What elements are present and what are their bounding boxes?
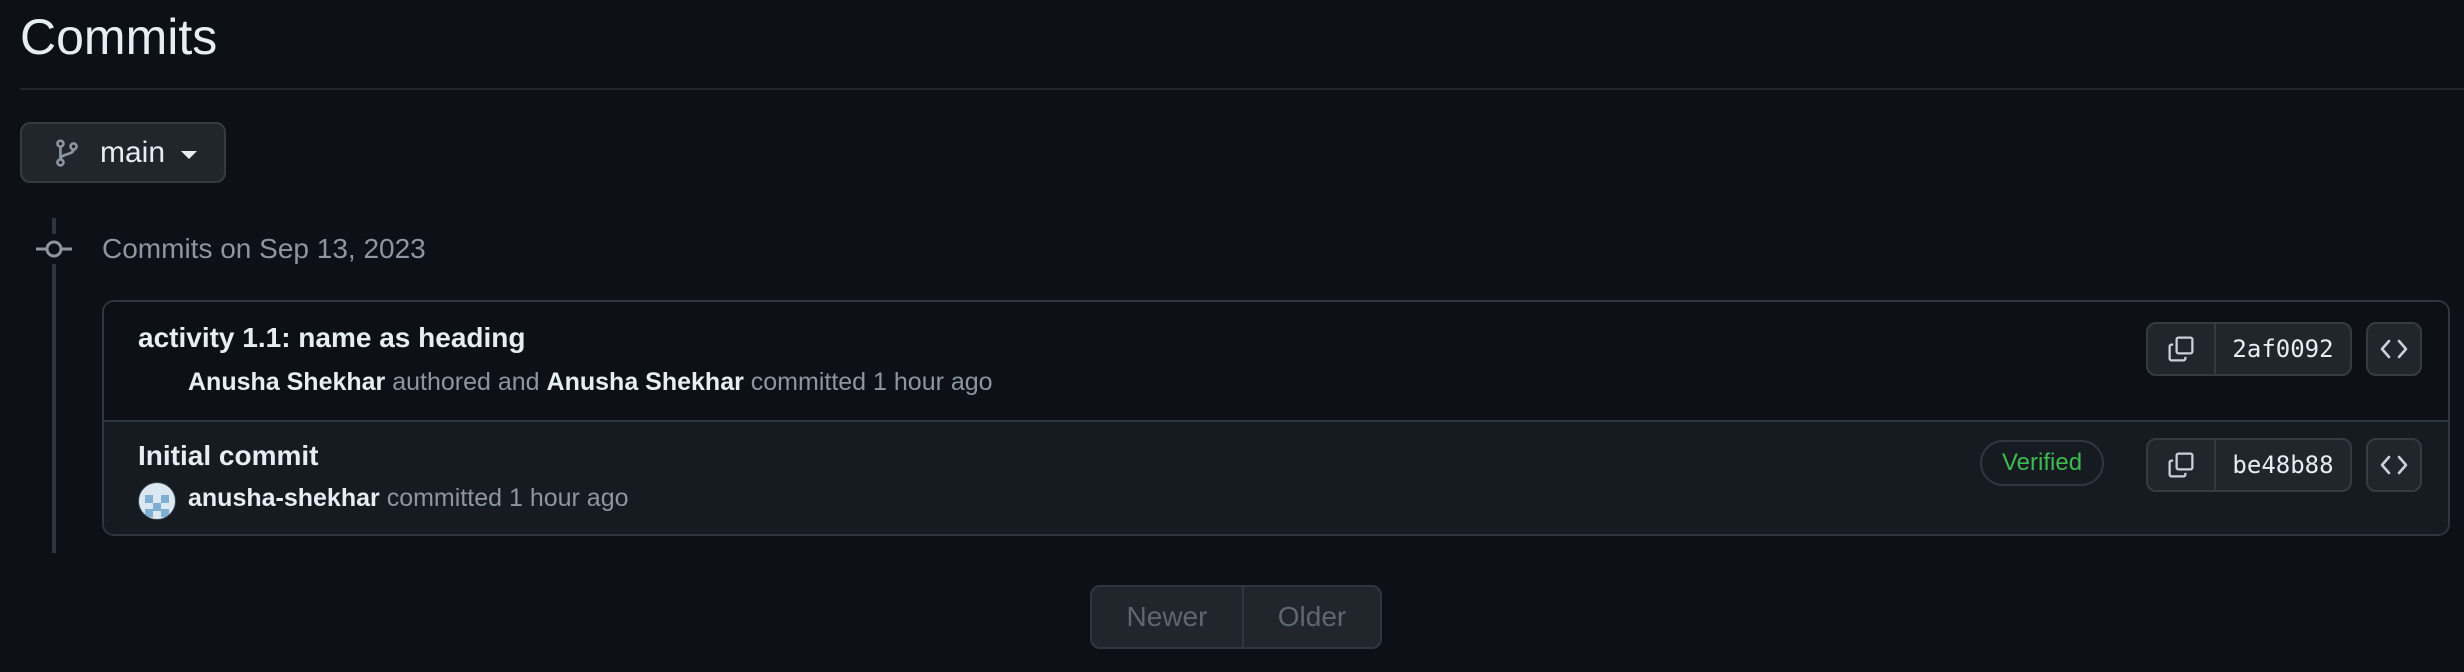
copy-icon	[2168, 452, 2194, 478]
commit-row: Initial commit anusha-shekhar committed …	[104, 420, 2448, 534]
commit-sha-link[interactable]: 2af0092	[2216, 324, 2350, 374]
branch-name: main	[100, 135, 166, 169]
authored-text: authored and	[392, 368, 540, 396]
newer-button[interactable]: Newer	[1092, 587, 1244, 647]
page-title: Commits	[20, 9, 218, 65]
commit-group-heading: Commits on Sep 13, 2023	[102, 233, 426, 264]
sha-button-group: 2af0092	[2146, 322, 2352, 376]
avatar[interactable]	[138, 482, 176, 520]
copy-sha-button[interactable]	[2148, 324, 2216, 374]
commit-sha-link[interactable]: be48b88	[2216, 440, 2350, 490]
committed-text: committed	[750, 368, 867, 396]
code-icon	[2380, 455, 2408, 475]
git-commit-icon	[36, 234, 72, 264]
committed-text: committed	[386, 484, 503, 512]
copy-sha-button[interactable]	[2148, 440, 2216, 490]
sha-button-group: be48b88	[2146, 438, 2352, 492]
browse-repo-button[interactable]	[2366, 322, 2422, 376]
copy-icon	[2168, 336, 2194, 362]
commit-meta: Anusha Shekhar authored and Anusha Shekh…	[188, 368, 993, 397]
timeline-line	[52, 218, 56, 553]
branch-selector-button[interactable]: main	[20, 122, 226, 183]
commit-list: activity 1.1: name as heading Anusha She…	[102, 300, 2450, 536]
author-link[interactable]: Anusha Shekhar	[188, 368, 385, 396]
pagination: Newer Older	[1090, 585, 1382, 649]
git-branch-icon	[52, 137, 82, 169]
commit-time: 1 hour ago	[873, 368, 993, 396]
older-button[interactable]: Older	[1244, 587, 1380, 647]
chevron-down-icon	[181, 150, 198, 159]
commit-title-link[interactable]: Initial commit	[138, 440, 318, 472]
commit-title-link[interactable]: activity 1.1: name as heading	[138, 322, 526, 354]
commit-meta: anusha-shekhar committed 1 hour ago	[188, 484, 629, 513]
browse-repo-button[interactable]	[2366, 438, 2422, 492]
commit-time: 1 hour ago	[508, 484, 629, 512]
verified-badge[interactable]: Verified	[1980, 440, 2105, 486]
title-divider	[20, 88, 2464, 90]
code-icon	[2380, 339, 2408, 359]
author-link[interactable]: anusha-shekhar	[188, 484, 380, 512]
commit-row: activity 1.1: name as heading Anusha She…	[104, 302, 2448, 420]
committer-link[interactable]: Anusha Shekhar	[547, 368, 744, 396]
